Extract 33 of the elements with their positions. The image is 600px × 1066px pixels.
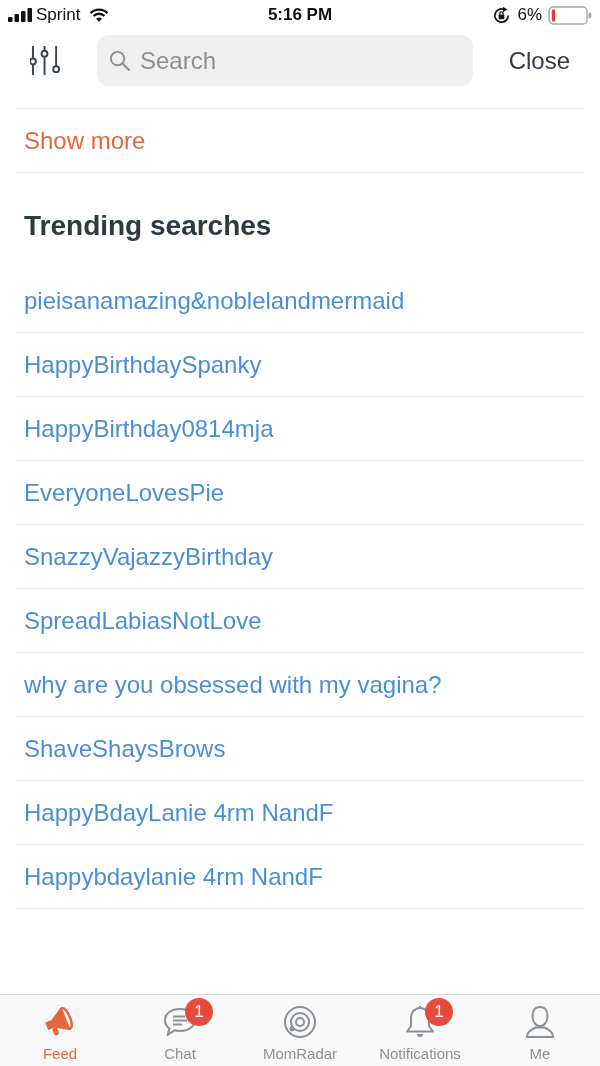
tab-bar-item[interactable]: 1 Chat — [120, 995, 240, 1066]
count-badge: 1 — [185, 998, 213, 1026]
trending-search-link[interactable]: ShaveShaysBrows — [24, 734, 226, 763]
trending-search-link[interactable]: Happybdaylanie 4rm NandF — [24, 862, 323, 891]
trending-search-link[interactable]: why are you obsessed with my vagina? — [24, 670, 442, 699]
sliders-icon[interactable] — [30, 46, 61, 75]
count-badge: 1 — [425, 998, 453, 1026]
section-heading: Trending searches — [24, 210, 272, 241]
trending-search-link[interactable]: SpreadLabiasNotLove — [24, 606, 262, 635]
search-icon — [109, 50, 130, 71]
search-field[interactable]: Search — [97, 35, 473, 86]
wifi-icon — [88, 8, 111, 22]
radar-icon — [283, 1005, 317, 1039]
trending-search-link[interactable]: EveryoneLovesPie — [24, 478, 225, 507]
clock-time: 5:16 PM — [267, 5, 333, 25]
trending-search-link[interactable]: HappyBirthdaySpanky — [24, 350, 262, 379]
tab-bar-item[interactable]: Feed — [0, 995, 120, 1066]
rotation-lock-icon — [492, 5, 512, 25]
trending-search-link[interactable]: SnazzyVajazzyBirthday — [24, 542, 273, 571]
tab-bar-item[interactable]: 1 Notifications — [360, 995, 480, 1066]
trending-search-link[interactable]: HappyBirthday0814mja — [24, 414, 274, 443]
close-button[interactable]: Close — [508, 46, 570, 75]
trending-search-link[interactable]: pieisanamazing&noblelandmermaid — [24, 286, 405, 315]
person-icon — [525, 1005, 555, 1039]
trending-search-link[interactable]: HappyBdayLanie 4rm NandF — [24, 798, 334, 827]
battery-percent: 6% — [517, 5, 542, 25]
battery-icon — [548, 5, 592, 25]
tab-bar-item[interactable]: MomRadar — [240, 995, 360, 1066]
tab-bar-item[interactable]: Me — [480, 995, 600, 1066]
carrier-name: Sprint — [36, 5, 81, 25]
show-more-link[interactable]: Show more — [24, 126, 146, 155]
bell-icon — [404, 1005, 436, 1039]
signal-icon — [8, 8, 32, 22]
